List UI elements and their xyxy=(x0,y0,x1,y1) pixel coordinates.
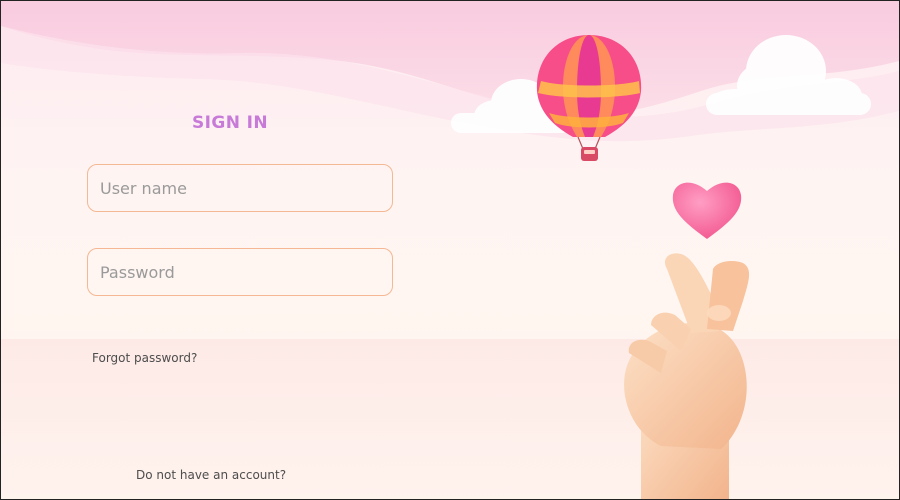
hot-air-balloon-icon xyxy=(536,35,642,161)
sign-in-screen: SIGN IN Forgot password? Do not have an … xyxy=(0,0,900,500)
sign-in-title: SIGN IN xyxy=(192,113,269,133)
username-field[interactable] xyxy=(87,164,393,212)
heart-icon xyxy=(672,182,742,239)
username-input[interactable] xyxy=(88,165,392,211)
forgot-password-link[interactable]: Forgot password? xyxy=(92,351,197,365)
sign-up-link[interactable]: Do not have an account? xyxy=(136,468,286,482)
password-field[interactable] xyxy=(87,248,393,296)
password-input[interactable] xyxy=(88,249,392,295)
